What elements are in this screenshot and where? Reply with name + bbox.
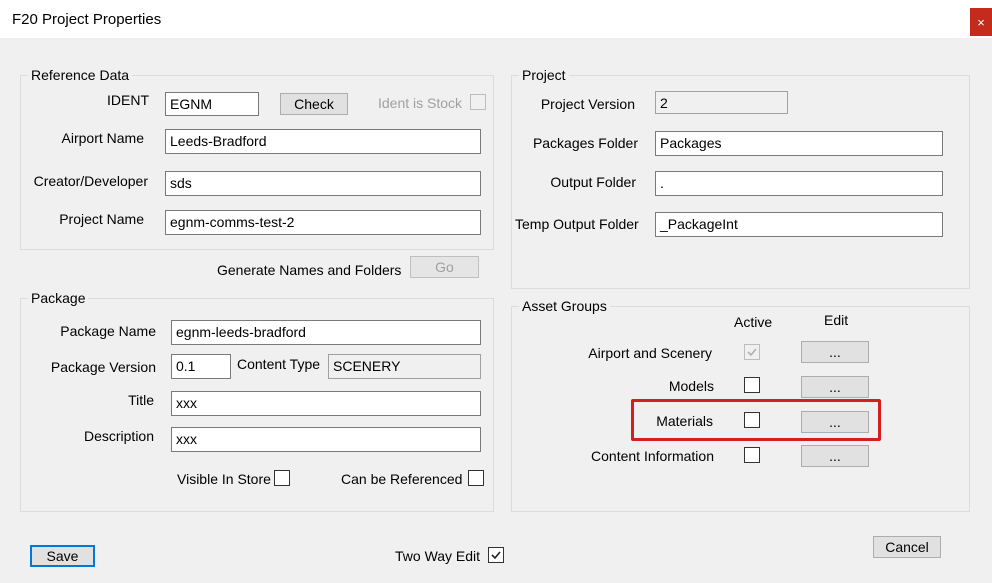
asset-edit-button[interactable]: ... <box>801 376 869 398</box>
packages-folder-label: Packages Folder <box>532 135 638 151</box>
asset-active-checkbox[interactable] <box>744 447 760 463</box>
project-name-field[interactable]: egnm-comms-test-2 <box>165 210 481 235</box>
asset-row-label: Models <box>668 378 714 394</box>
asset-row-label: Airport and Scenery <box>588 345 712 361</box>
package-version-label: Package Version <box>50 359 156 375</box>
asset-row-label: Materials <box>656 413 713 429</box>
go-button[interactable]: Go <box>410 256 479 278</box>
description-field[interactable]: xxx <box>171 427 481 452</box>
save-button[interactable]: Save <box>30 545 95 567</box>
package-legend: Package <box>28 290 89 306</box>
can-be-referenced-checkbox[interactable] <box>468 470 484 486</box>
temp-output-folder-label: Temp Output Folder <box>515 216 639 232</box>
close-icon: × <box>977 14 985 30</box>
checkmark-icon <box>491 551 501 560</box>
ident-is-stock-label: Ident is Stock <box>378 95 463 111</box>
visible-in-store-checkbox[interactable] <box>274 470 290 486</box>
content-type-field: SCENERY <box>328 354 481 379</box>
title-label: Title <box>128 392 154 408</box>
asset-active-checkbox[interactable] <box>744 412 760 428</box>
package-name-label: Package Name <box>60 323 156 339</box>
check-button[interactable]: Check <box>280 93 348 115</box>
package-version-field[interactable]: 0.1 <box>171 354 231 379</box>
airport-name-field[interactable]: Leeds-Bradford <box>165 129 481 154</box>
edit-column-header: Edit <box>824 312 849 328</box>
two-way-edit-checkbox[interactable] <box>488 547 504 563</box>
cancel-button[interactable]: Cancel <box>873 536 941 558</box>
output-folder-field[interactable]: . <box>655 171 943 196</box>
project-legend: Project <box>519 67 569 83</box>
airport-name-label: Airport Name <box>61 130 144 146</box>
project-version-label: Project Version <box>540 96 635 112</box>
creator-developer-label: Creator/Developer <box>33 173 148 189</box>
description-label: Description <box>83 428 154 444</box>
package-name-field[interactable]: egnm-leeds-bradford <box>171 320 481 345</box>
project-version-field: 2 <box>655 91 788 114</box>
asset-row-label: Content Information <box>591 448 714 464</box>
content-type-label: Content Type <box>237 356 321 372</box>
generate-names-label: Generate Names and Folders <box>217 262 402 278</box>
asset-edit-button[interactable]: ... <box>801 411 869 433</box>
temp-output-folder-field[interactable]: _PackageInt <box>655 212 943 237</box>
window-title: F20 Project Properties <box>12 11 162 28</box>
title-field[interactable]: xxx <box>171 391 481 416</box>
asset-active-checkbox[interactable] <box>744 344 760 360</box>
output-folder-label: Output Folder <box>550 174 636 190</box>
can-be-referenced-label: Can be Referenced <box>341 471 463 487</box>
visible-in-store-label: Visible In Store <box>177 471 271 487</box>
two-way-edit-label: Two Way Edit <box>395 548 481 564</box>
packages-folder-field[interactable]: Packages <box>655 131 943 156</box>
close-button[interactable]: × <box>970 8 992 36</box>
checkmark-icon <box>747 348 757 357</box>
asset-groups-legend: Asset Groups <box>519 298 610 314</box>
creator-developer-field[interactable]: sds <box>165 171 481 196</box>
ident-field[interactable]: EGNM <box>165 92 259 116</box>
ident-label: IDENT <box>107 92 149 108</box>
reference-data-legend: Reference Data <box>28 67 133 83</box>
project-name-label: Project Name <box>59 211 144 227</box>
active-column-header: Active <box>734 314 773 330</box>
asset-edit-button[interactable]: ... <box>801 445 869 467</box>
ident-is-stock-checkbox[interactable] <box>470 94 486 110</box>
asset-edit-button[interactable]: ... <box>801 341 869 363</box>
asset-active-checkbox[interactable] <box>744 377 760 393</box>
